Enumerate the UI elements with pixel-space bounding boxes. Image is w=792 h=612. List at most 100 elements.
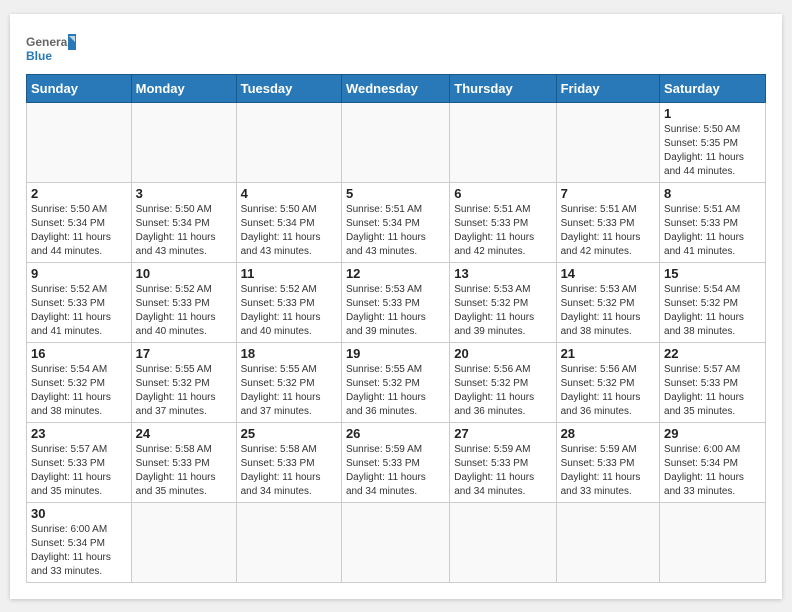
- calendar-cell: 6 Sunrise: 5:51 AM Sunset: 5:33 PM Daylig…: [450, 182, 556, 262]
- calendar-cell: 11Sunrise: 5:52 AM Sunset: 5:33 PM Dayli…: [236, 262, 341, 342]
- weekday-header-sunday: Sunday: [27, 74, 132, 102]
- day-number: 1: [664, 106, 761, 121]
- calendar-cell: 14 Sunrise: 5:53 AM Sunset: 5:32 PM Dayli…: [556, 262, 659, 342]
- calendar-cell: 18 Sunrise: 5:55 AM Sunset: 5:32 PM Dayli…: [236, 342, 341, 422]
- day-info: Sunrise: 5:55 AM Sunset: 5:32 PM Dayligh…: [346, 363, 445, 419]
- calendar-cell: 20Sunrise: 5:56 AM Sunset: 5:32 PM Dayli…: [450, 342, 556, 422]
- day-number: 16: [31, 346, 127, 361]
- day-number: 8: [664, 186, 761, 201]
- calendar-cell: 28Sunrise: 5:59 AM Sunset: 5:33 PM Dayli…: [556, 422, 659, 502]
- calendar-cell: 1 Sunrise: 5:50 AM Sunset: 5:35 PM Daylig…: [660, 102, 766, 182]
- day-number: 27: [454, 426, 551, 441]
- day-number: 2: [31, 186, 127, 201]
- weekday-header-row: SundayMondayTuesdayWednesdayThursdayFrid…: [27, 74, 766, 102]
- day-number: 5: [346, 186, 445, 201]
- day-number: 23: [31, 426, 127, 441]
- svg-text:Blue: Blue: [26, 49, 52, 63]
- calendar-cell: 17 Sunrise: 5:55 AM Sunset: 5:32 PM Dayli…: [131, 342, 236, 422]
- day-number: 30: [31, 506, 127, 521]
- day-info: Sunrise: 5:52 AM Sunset: 5:33 PM Dayligh…: [31, 283, 127, 339]
- calendar-cell: 19 Sunrise: 5:55 AM Sunset: 5:32 PM Dayli…: [341, 342, 449, 422]
- day-info: Sunrise: 5:54 AM Sunset: 5:32 PM Dayligh…: [31, 363, 127, 419]
- day-number: 25: [241, 426, 337, 441]
- day-number: 10: [136, 266, 232, 281]
- day-number: 28: [561, 426, 655, 441]
- calendar-container: General Blue SundayMondayTuesdayWednesda…: [10, 14, 782, 599]
- day-info: Sunrise: 5:53 AM Sunset: 5:32 PM Dayligh…: [561, 283, 655, 339]
- day-info: Sunrise: 5:53 AM Sunset: 5:33 PM Dayligh…: [346, 283, 445, 339]
- day-number: 3: [136, 186, 232, 201]
- calendar-cell: [341, 502, 449, 582]
- calendar-cell: 26 Sunrise: 5:59 AM Sunset: 5:33 PM Dayli…: [341, 422, 449, 502]
- day-info: Sunrise: 5:50 AM Sunset: 5:34 PM Dayligh…: [31, 203, 127, 259]
- day-number: 21: [561, 346, 655, 361]
- day-number: 18: [241, 346, 337, 361]
- day-number: 26: [346, 426, 445, 441]
- day-info: Sunrise: 5:58 AM Sunset: 5:33 PM Dayligh…: [241, 443, 337, 499]
- calendar-cell: 16 Sunrise: 5:54 AM Sunset: 5:32 PM Dayli…: [27, 342, 132, 422]
- calendar-week-row: 9 Sunrise: 5:52 AM Sunset: 5:33 PM Daylig…: [27, 262, 766, 342]
- day-info: Sunrise: 5:50 AM Sunset: 5:34 PM Dayligh…: [136, 203, 232, 259]
- calendar-cell: 27Sunrise: 5:59 AM Sunset: 5:33 PM Dayli…: [450, 422, 556, 502]
- calendar-cell: 22 Sunrise: 5:57 AM Sunset: 5:33 PM Dayli…: [660, 342, 766, 422]
- calendar-cell: 9 Sunrise: 5:52 AM Sunset: 5:33 PM Daylig…: [27, 262, 132, 342]
- day-info: Sunrise: 5:55 AM Sunset: 5:32 PM Dayligh…: [136, 363, 232, 419]
- weekday-header-wednesday: Wednesday: [341, 74, 449, 102]
- day-info: Sunrise: 5:55 AM Sunset: 5:32 PM Dayligh…: [241, 363, 337, 419]
- day-info: Sunrise: 5:57 AM Sunset: 5:33 PM Dayligh…: [664, 363, 761, 419]
- day-number: 11: [241, 266, 337, 281]
- day-number: 6: [454, 186, 551, 201]
- logo-svg: General Blue: [26, 30, 76, 68]
- day-info: Sunrise: 5:53 AM Sunset: 5:32 PM Dayligh…: [454, 283, 551, 339]
- day-number: 20: [454, 346, 551, 361]
- calendar-week-row: 16 Sunrise: 5:54 AM Sunset: 5:32 PM Dayli…: [27, 342, 766, 422]
- day-info: Sunrise: 5:54 AM Sunset: 5:32 PM Dayligh…: [664, 283, 761, 339]
- day-info: Sunrise: 5:51 AM Sunset: 5:33 PM Dayligh…: [454, 203, 551, 259]
- day-number: 29: [664, 426, 761, 441]
- calendar-cell: 24Sunrise: 5:58 AM Sunset: 5:33 PM Dayli…: [131, 422, 236, 502]
- calendar-cell: 2 Sunrise: 5:50 AM Sunset: 5:34 PM Daylig…: [27, 182, 132, 262]
- day-number: 22: [664, 346, 761, 361]
- calendar-cell: [450, 502, 556, 582]
- day-info: Sunrise: 5:57 AM Sunset: 5:33 PM Dayligh…: [31, 443, 127, 499]
- calendar-cell: 4Sunrise: 5:50 AM Sunset: 5:34 PM Daylig…: [236, 182, 341, 262]
- day-number: 17: [136, 346, 232, 361]
- calendar-cell: 7 Sunrise: 5:51 AM Sunset: 5:33 PM Daylig…: [556, 182, 659, 262]
- day-info: Sunrise: 5:52 AM Sunset: 5:33 PM Dayligh…: [136, 283, 232, 339]
- day-number: 15: [664, 266, 761, 281]
- calendar-cell: [556, 102, 659, 182]
- day-info: Sunrise: 5:51 AM Sunset: 5:34 PM Dayligh…: [346, 203, 445, 259]
- day-number: 14: [561, 266, 655, 281]
- day-number: 7: [561, 186, 655, 201]
- calendar-cell: [131, 502, 236, 582]
- day-info: Sunrise: 5:51 AM Sunset: 5:33 PM Dayligh…: [664, 203, 761, 259]
- day-number: 4: [241, 186, 337, 201]
- calendar-cell: 12 Sunrise: 5:53 AM Sunset: 5:33 PM Dayli…: [341, 262, 449, 342]
- calendar-cell: 21Sunrise: 5:56 AM Sunset: 5:32 PM Dayli…: [556, 342, 659, 422]
- calendar-cell: 29Sunrise: 6:00 AM Sunset: 5:34 PM Dayli…: [660, 422, 766, 502]
- calendar-cell: 30Sunrise: 6:00 AM Sunset: 5:34 PM Dayli…: [27, 502, 132, 582]
- day-info: Sunrise: 5:50 AM Sunset: 5:35 PM Dayligh…: [664, 123, 761, 179]
- day-info: Sunrise: 5:51 AM Sunset: 5:33 PM Dayligh…: [561, 203, 655, 259]
- day-number: 19: [346, 346, 445, 361]
- calendar-week-row: 2 Sunrise: 5:50 AM Sunset: 5:34 PM Daylig…: [27, 182, 766, 262]
- calendar-cell: 10 Sunrise: 5:52 AM Sunset: 5:33 PM Dayli…: [131, 262, 236, 342]
- calendar-cell: 3 Sunrise: 5:50 AM Sunset: 5:34 PM Daylig…: [131, 182, 236, 262]
- day-info: Sunrise: 5:59 AM Sunset: 5:33 PM Dayligh…: [346, 443, 445, 499]
- calendar-cell: 13 Sunrise: 5:53 AM Sunset: 5:32 PM Dayli…: [450, 262, 556, 342]
- weekday-header-friday: Friday: [556, 74, 659, 102]
- calendar-cell: 8 Sunrise: 5:51 AM Sunset: 5:33 PM Daylig…: [660, 182, 766, 262]
- calendar-cell: 5 Sunrise: 5:51 AM Sunset: 5:34 PM Daylig…: [341, 182, 449, 262]
- day-number: 13: [454, 266, 551, 281]
- day-number: 12: [346, 266, 445, 281]
- svg-text:General: General: [26, 35, 71, 49]
- weekday-header-monday: Monday: [131, 74, 236, 102]
- calendar-week-row: 30Sunrise: 6:00 AM Sunset: 5:34 PM Dayli…: [27, 502, 766, 582]
- calendar-cell: [236, 502, 341, 582]
- calendar-week-row: 23 Sunrise: 5:57 AM Sunset: 5:33 PM Dayli…: [27, 422, 766, 502]
- calendar-cell: 25 Sunrise: 5:58 AM Sunset: 5:33 PM Dayli…: [236, 422, 341, 502]
- calendar-cell: 23 Sunrise: 5:57 AM Sunset: 5:33 PM Dayli…: [27, 422, 132, 502]
- logo: General Blue: [26, 30, 76, 68]
- day-number: 9: [31, 266, 127, 281]
- header: General Blue: [26, 30, 766, 68]
